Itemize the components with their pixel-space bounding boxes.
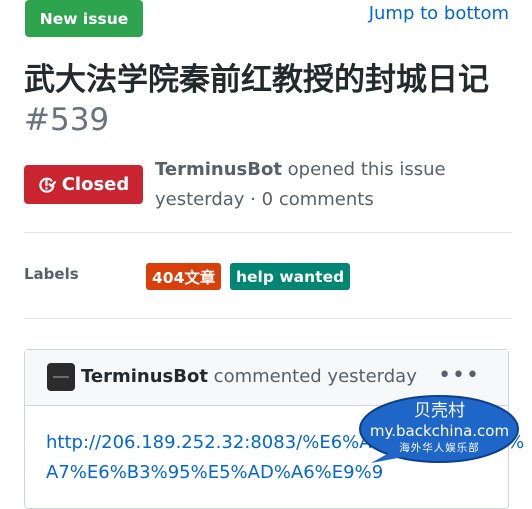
labels-heading: Labels [24,265,79,283]
comment-author-link[interactable]: TerminusBot [81,366,208,387]
avatar[interactable] [47,363,75,391]
issue-opened-text: opened this issue [287,159,446,180]
new-issue-button[interactable]: New issue [25,0,143,37]
jump-to-bottom-link[interactable]: Jump to bottom [369,2,509,26]
issue-number: #539 [24,102,110,138]
divider [24,318,512,319]
watermark-title: 贝壳村 [414,401,465,421]
issue-author-link[interactable]: TerminusBot [155,159,282,180]
issue-title: 武大法学院秦前红教授的封城日记 #539 [24,60,512,140]
meta-separator: · [250,189,256,210]
issue-closed-icon [39,177,56,193]
issue-state-label: Closed [61,174,130,195]
issue-comment-count: 0 comments [261,189,374,210]
label-help-wanted[interactable]: help wanted [230,263,351,290]
issue-title-text: 武大法学院秦前红教授的封城日记 [24,62,489,98]
watermark-subtitle: 海外华人娱乐部 [399,442,480,454]
issue-state-badge: Closed [24,165,143,204]
issue-time: yesterday [155,189,245,210]
comment-action-text: commented yesterday [213,366,417,387]
kebab-horizontal-icon[interactable]: ••• [438,365,480,387]
label-404-article[interactable]: 404文章 [146,263,222,290]
backchina-watermark: 贝壳村 my.backchina.com 海外华人娱乐部 [359,395,520,465]
issue-meta: TerminusBot opened this issue yesterday … [155,155,505,215]
watermark-url: my.backchina.com [369,422,510,440]
divider [24,232,512,233]
comment-meta: TerminusBot commented yesterday [81,364,417,390]
avatar-logo [53,376,69,378]
